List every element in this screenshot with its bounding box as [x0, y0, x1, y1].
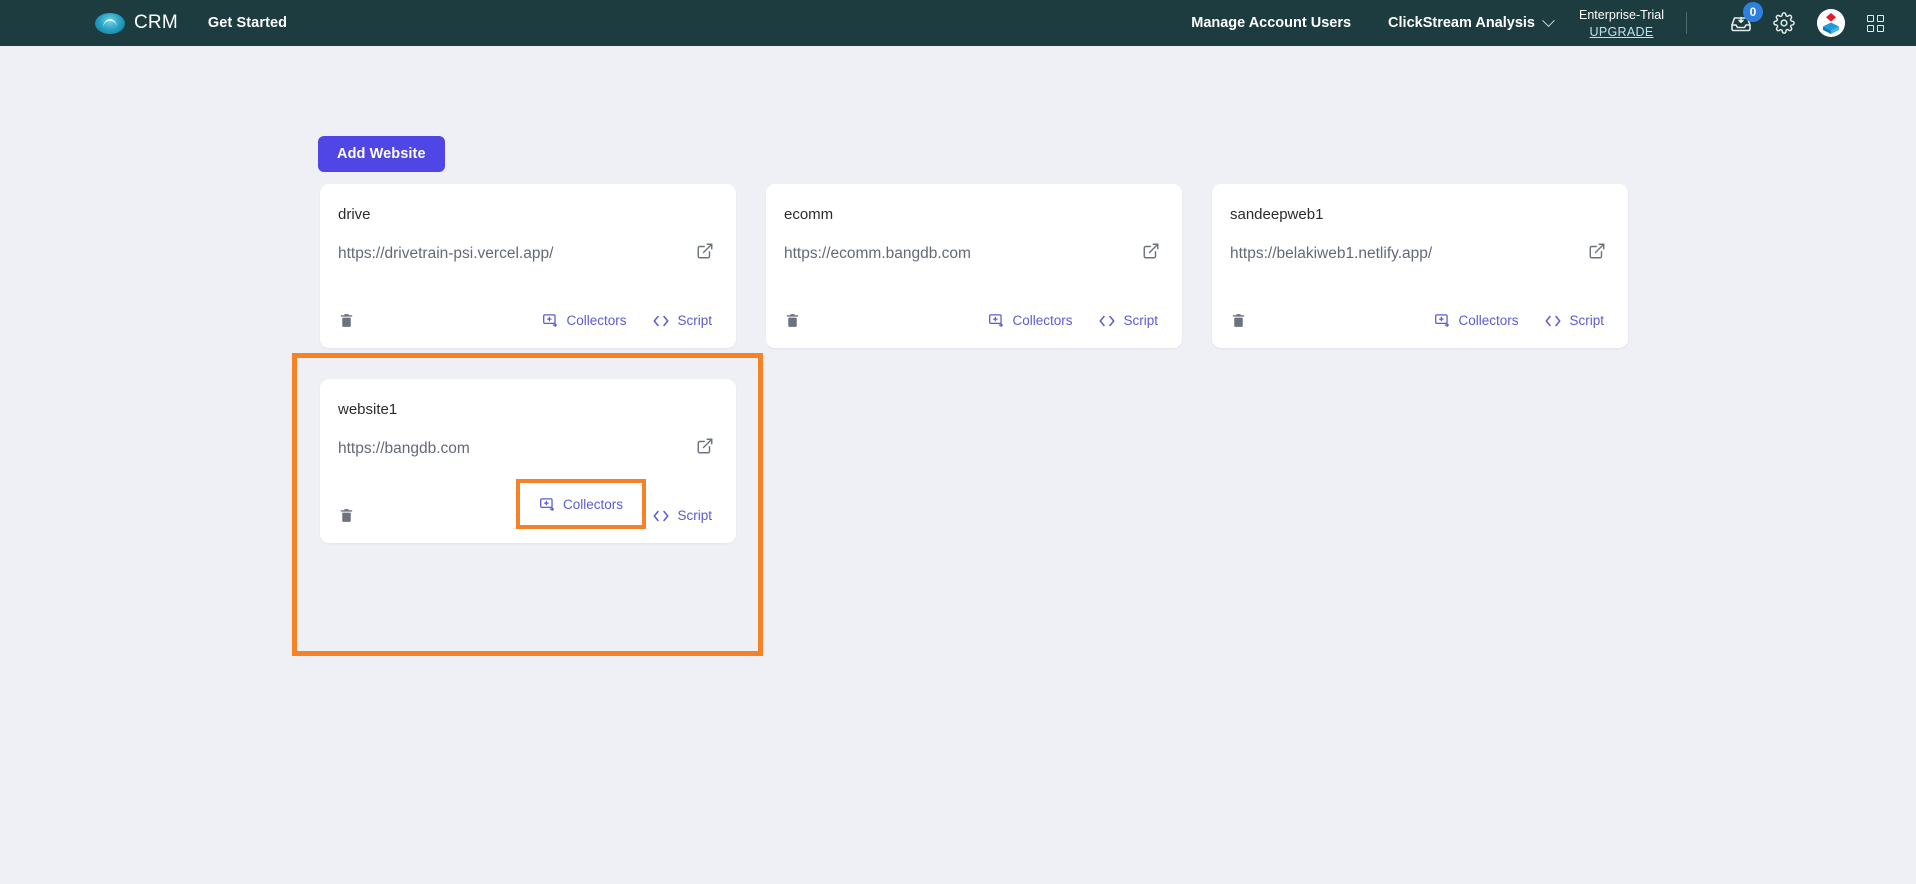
website-card[interactable]: sandeepweb1 https://belakiweb1.netlify.a… — [1212, 184, 1628, 348]
apps-grid-cell — [1867, 24, 1874, 32]
trash-icon — [786, 314, 799, 327]
gear-icon — [1773, 12, 1795, 34]
card-actions: Collectors Script — [784, 310, 1160, 331]
delete-website-button[interactable] — [1230, 312, 1247, 329]
brand-area[interactable]: CRM — [95, 12, 178, 34]
external-link-icon — [1589, 243, 1605, 259]
divider — [1686, 12, 1687, 34]
collectors-monitor-icon — [543, 314, 558, 327]
inbox-badge-count: 0 — [1743, 2, 1763, 22]
collectors-label: Collectors — [562, 496, 624, 512]
website-url-row: https://drivetrain-psi.vercel.app/ — [338, 242, 714, 265]
collectors-button[interactable]: Collectors — [540, 310, 628, 331]
collectors-button[interactable]: Collectors — [986, 310, 1074, 331]
trash-icon — [340, 509, 353, 522]
card-action-links: Collectors Script — [986, 310, 1160, 331]
delete-website-button[interactable] — [338, 507, 355, 524]
card-action-links: Collectors Script — [1432, 310, 1606, 331]
nav-item-manage-account-users[interactable]: Manage Account Users — [1191, 15, 1351, 31]
collectors-button-highlighted[interactable]: Collectors — [537, 494, 625, 515]
website-url: https://belakiweb1.netlify.app/ — [1230, 244, 1433, 262]
website-name: sandeepweb1 — [1230, 206, 1324, 223]
website-cards-grid: drive https://drivetrain-psi.vercel.app/ — [320, 184, 1628, 543]
trash-icon — [1232, 314, 1245, 327]
trash-icon — [340, 314, 353, 327]
external-link-button[interactable] — [1588, 242, 1606, 265]
apps-grid-cell — [1867, 14, 1874, 22]
plan-name-label: Enterprise-Trial — [1579, 8, 1664, 23]
website-url-row: https://belakiweb1.netlify.app/ — [1230, 242, 1606, 265]
code-brackets-icon — [1099, 315, 1115, 326]
external-link-button[interactable] — [696, 242, 714, 265]
collectors-monitor-icon — [1435, 314, 1450, 327]
collectors-label: Collectors — [1012, 313, 1073, 328]
script-label: Script — [1123, 313, 1158, 328]
script-button[interactable]: Script — [1542, 311, 1606, 331]
nav-clickstream-label: ClickStream Analysis — [1388, 15, 1536, 31]
user-avatar[interactable] — [1817, 9, 1845, 37]
script-label: Script — [1569, 313, 1604, 328]
website-card[interactable]: ecomm https://ecomm.bangdb.com Collector… — [766, 184, 1182, 348]
script-button[interactable]: Script — [650, 506, 714, 526]
website-name: ecomm — [784, 206, 834, 223]
website-url: https://drivetrain-psi.vercel.app/ — [338, 244, 554, 262]
website-url-row: https://bangdb.com — [338, 437, 714, 460]
script-button[interactable]: Script — [650, 311, 714, 331]
external-link-icon — [697, 438, 713, 454]
website-url: https://ecomm.bangdb.com — [784, 244, 971, 262]
script-label: Script — [677, 508, 712, 523]
apps-grid-cell — [1877, 24, 1884, 32]
script-label: Script — [677, 313, 712, 328]
inbox-button[interactable]: 0 — [1729, 2, 1763, 35]
collectors-monitor-icon — [989, 314, 1004, 327]
nav-item-get-started[interactable]: Get Started — [208, 15, 287, 31]
card-actions: Collectors Script — [1230, 310, 1606, 331]
website-card[interactable]: drive https://drivetrain-psi.vercel.app/ — [320, 184, 736, 348]
settings-button[interactable] — [1773, 12, 1795, 34]
website-name: website1 — [338, 401, 398, 418]
delete-website-button[interactable] — [338, 312, 355, 329]
highlight-box-collectors-button[interactable]: Collectors — [516, 479, 646, 529]
external-link-button[interactable] — [1142, 242, 1160, 265]
delete-website-button[interactable] — [784, 312, 801, 329]
brand-name: CRM — [134, 12, 178, 33]
external-link-icon — [697, 243, 713, 259]
card-action-links: Collectors Script — [540, 310, 714, 331]
collectors-label: Collectors — [1458, 313, 1519, 328]
collectors-button[interactable]: Collectors — [1432, 310, 1520, 331]
add-website-button[interactable]: Add Website — [318, 136, 445, 172]
apps-grid-cell — [1877, 14, 1884, 22]
code-brackets-icon — [653, 510, 669, 521]
collectors-label: Collectors — [566, 313, 627, 328]
website-url-row: https://ecomm.bangdb.com — [784, 242, 1160, 265]
code-brackets-icon — [1545, 315, 1561, 326]
top-navigation-right: Manage Account Users ClickStream Analysi… — [1191, 0, 1916, 46]
plan-status-block: Enterprise-Trial UPGRADE — [1579, 5, 1664, 41]
crm-cloud-logo-icon — [95, 12, 125, 34]
card-actions: Collectors Script — [338, 310, 714, 331]
collectors-monitor-icon — [540, 497, 554, 511]
nav-item-clickstream-analysis[interactable]: ClickStream Analysis — [1388, 13, 1555, 31]
user-avatar-icon — [1817, 9, 1845, 37]
website-url: https://bangdb.com — [338, 439, 470, 457]
chevron-down-icon — [1542, 13, 1555, 27]
upgrade-link[interactable]: UPGRADE — [1579, 25, 1664, 41]
external-link-icon — [1143, 243, 1159, 259]
script-button[interactable]: Script — [1096, 311, 1160, 331]
code-brackets-icon — [653, 315, 669, 326]
website-name: drive — [338, 206, 371, 223]
apps-grid-icon[interactable] — [1867, 14, 1884, 32]
external-link-button[interactable] — [696, 437, 714, 460]
top-navigation-bar: CRM Get Started Manage Account Users Cli… — [0, 0, 1916, 46]
